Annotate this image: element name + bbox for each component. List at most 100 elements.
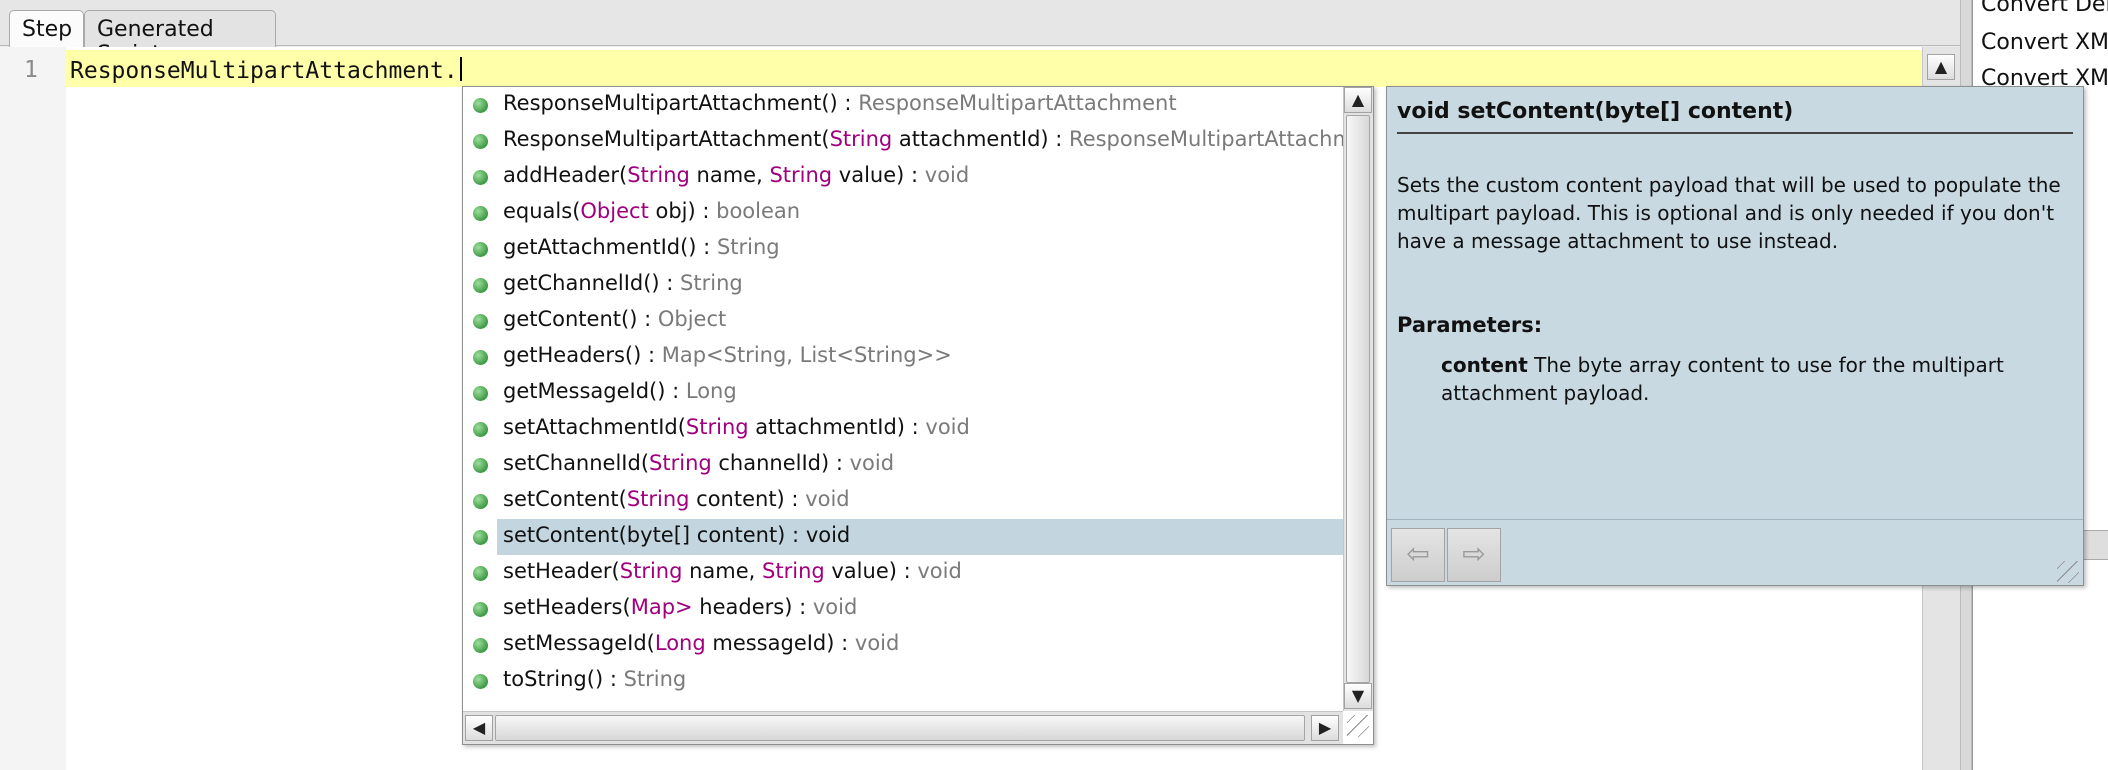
type-keyword: Map> bbox=[630, 595, 693, 619]
method-text: equals( bbox=[503, 199, 581, 223]
method-icon bbox=[473, 98, 488, 113]
method-text: addHeader( bbox=[503, 163, 628, 187]
back-arrow-icon[interactable]: ⇦ bbox=[1391, 528, 1445, 582]
method-text: setAttachmentId( bbox=[503, 415, 686, 439]
autocomplete-popup: ResponseMultipartAttachment() : Response… bbox=[462, 86, 1374, 745]
autocomplete-item[interactable]: ResponseMultipartAttachment() : Response… bbox=[463, 87, 1343, 123]
method-icon bbox=[473, 422, 488, 437]
divider bbox=[1397, 132, 2073, 134]
method-icon bbox=[473, 530, 488, 545]
autocomplete-item[interactable]: setHeader(String name, String value) : v… bbox=[463, 555, 1343, 591]
autocomplete-item-label: getAttachmentId() : String bbox=[503, 235, 780, 259]
type-keyword: Long bbox=[654, 631, 706, 655]
autocomplete-item[interactable]: setContent(String content) : void bbox=[463, 483, 1343, 519]
autocomplete-item[interactable]: toString() : String bbox=[463, 663, 1343, 699]
method-text: channelId) : bbox=[711, 451, 850, 475]
autocomplete-item-label: getContent() : Object bbox=[503, 307, 726, 331]
type-keyword: String bbox=[762, 559, 825, 583]
autocomplete-item[interactable]: getAttachmentId() : String bbox=[463, 231, 1343, 267]
method-icon bbox=[473, 278, 488, 293]
method-text: getHeaders() : bbox=[503, 343, 662, 367]
autocomplete-item[interactable]: getContent() : Object bbox=[463, 303, 1343, 339]
method-icon bbox=[473, 350, 488, 365]
type-keyword: String bbox=[769, 163, 833, 187]
return-type: String bbox=[623, 667, 687, 691]
scroll-left-arrow-icon[interactable]: ◀ bbox=[465, 715, 493, 741]
scrollbar-thumb[interactable] bbox=[495, 715, 1305, 741]
tab-bar: Step Generated Script bbox=[0, 0, 1960, 67]
autocomplete-item-label: getChannelId() : String bbox=[503, 271, 743, 295]
type-keyword: String bbox=[649, 451, 712, 475]
right-panel-item[interactable]: Convert XML bbox=[1981, 30, 2108, 66]
return-type: Long bbox=[685, 379, 737, 403]
method-icon bbox=[473, 458, 488, 473]
autocomplete-horizontal-scrollbar[interactable]: ◀ ▶ bbox=[463, 711, 1343, 744]
forward-arrow-icon[interactable]: ⇨ bbox=[1447, 528, 1501, 582]
autocomplete-item[interactable]: ResponseMultipartAttachment(String attac… bbox=[463, 123, 1343, 159]
method-icon bbox=[473, 242, 488, 257]
method-icon bbox=[473, 206, 488, 221]
method-icon bbox=[473, 170, 488, 185]
code-text: ResponseMultipartAttachment. bbox=[70, 58, 458, 84]
method-text: obj) : bbox=[648, 199, 717, 223]
autocomplete-item-label: setContent(String content) : void bbox=[503, 487, 850, 511]
return-type: ResponseMultipartAttachment bbox=[858, 91, 1177, 115]
type-keyword: Object bbox=[580, 199, 649, 223]
return-type: void bbox=[849, 451, 895, 475]
autocomplete-item[interactable]: setMessageId(Long messageId) : void bbox=[463, 627, 1343, 663]
autocomplete-item-label: setHeader(String name, String value) : v… bbox=[503, 559, 962, 583]
type-keyword: String bbox=[626, 487, 690, 511]
return-type: String bbox=[680, 271, 743, 295]
autocomplete-vertical-scrollbar[interactable]: ▲ ▼ bbox=[1343, 87, 1373, 711]
right-panel-item[interactable]: Convert Delim bbox=[1981, 0, 2108, 28]
method-text: setChannelId( bbox=[503, 451, 650, 475]
scroll-down-arrow-icon[interactable]: ▼ bbox=[1344, 683, 1372, 709]
documentation-footer: ⇦ ⇨ bbox=[1387, 519, 2083, 585]
autocomplete-item[interactable]: getHeaders() : Map<String, List<String>> bbox=[463, 339, 1343, 375]
return-type: void bbox=[924, 163, 970, 187]
return-type: ResponseMultipartAttachment bbox=[1069, 127, 1343, 151]
autocomplete-item-label: ResponseMultipartAttachment() : Response… bbox=[503, 91, 1177, 115]
return-type: void bbox=[854, 631, 900, 655]
scroll-up-arrow-icon[interactable]: ▲ bbox=[1344, 87, 1372, 113]
autocomplete-item[interactable]: equals(Object obj) : boolean bbox=[463, 195, 1343, 231]
autocomplete-list: ResponseMultipartAttachment() : Response… bbox=[463, 87, 1343, 711]
autocomplete-item-label: setChannelId(String channelId) : void bbox=[503, 451, 894, 475]
autocomplete-item[interactable]: setChannelId(String channelId) : void bbox=[463, 447, 1343, 483]
method-text: setHeaders( bbox=[503, 595, 631, 619]
autocomplete-item[interactable]: setHeaders(Map> headers) : void bbox=[463, 591, 1343, 627]
resize-grip-icon[interactable] bbox=[1347, 715, 1369, 737]
autocomplete-item-label: toString() : String bbox=[503, 667, 686, 691]
method-icon bbox=[473, 602, 488, 617]
tab-generated-script[interactable]: Generated Script bbox=[84, 10, 276, 67]
method-text: value) : bbox=[824, 559, 918, 583]
scroll-up-arrow-icon[interactable]: ▲ bbox=[1927, 54, 1955, 80]
type-keyword: String bbox=[685, 415, 749, 439]
method-icon bbox=[473, 638, 488, 653]
method-text: setContent( bbox=[503, 487, 627, 511]
method-text: setMessageId( bbox=[503, 631, 655, 655]
method-text: name, bbox=[689, 163, 770, 187]
autocomplete-item-label: setMessageId(Long messageId) : void bbox=[503, 631, 899, 655]
return-type: void bbox=[925, 415, 970, 439]
return-type: void bbox=[812, 595, 858, 619]
scrollbar-thumb[interactable] bbox=[1346, 115, 1370, 683]
tab-step[interactable]: Step bbox=[9, 10, 84, 47]
method-icon bbox=[473, 566, 488, 581]
autocomplete-item-label: setAttachmentId(String attachmentId) : v… bbox=[503, 415, 970, 439]
autocomplete-item[interactable]: setContent(byte[] content) : void bbox=[473, 519, 1343, 555]
line-gutter: 1 bbox=[0, 47, 66, 770]
code-line[interactable]: ResponseMultipartAttachment. bbox=[70, 57, 462, 84]
return-type: String bbox=[716, 235, 780, 259]
scroll-right-arrow-icon[interactable]: ▶ bbox=[1311, 715, 1339, 741]
return-type: Map<String, List<String>> bbox=[661, 343, 952, 367]
autocomplete-item[interactable]: setAttachmentId(String attachmentId) : v… bbox=[463, 411, 1343, 447]
autocomplete-item[interactable]: addHeader(String name, String value) : v… bbox=[463, 159, 1343, 195]
autocomplete-item[interactable]: getChannelId() : String bbox=[463, 267, 1343, 303]
resize-grip-icon[interactable] bbox=[2057, 561, 2079, 583]
parameters-heading: Parameters: bbox=[1397, 313, 1543, 337]
autocomplete-item[interactable]: getMessageId() : Long bbox=[463, 375, 1343, 411]
method-icon bbox=[473, 386, 488, 401]
method-text: getAttachmentId() : bbox=[503, 235, 717, 259]
type-keyword: String bbox=[619, 559, 683, 583]
